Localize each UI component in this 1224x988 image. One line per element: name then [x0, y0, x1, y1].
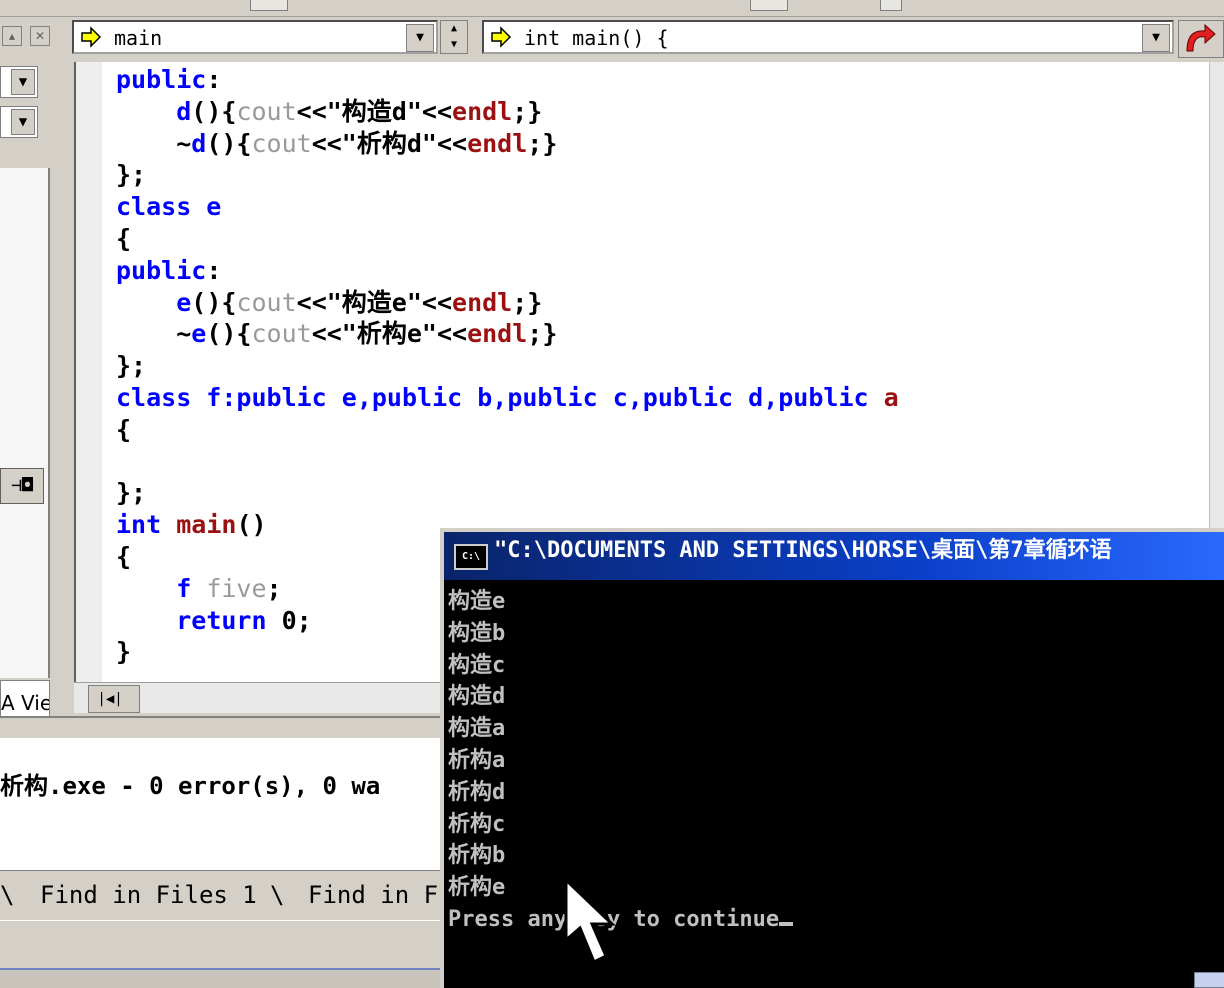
- editor-gutter: [76, 62, 102, 682]
- chevron-down-icon[interactable]: ▼: [406, 24, 434, 52]
- code-line[interactable]: public:: [116, 255, 899, 287]
- code-line[interactable]: class f:public e,public b,public c,publi…: [116, 382, 899, 414]
- workspace-tree[interactable]: [0, 168, 50, 678]
- console-window[interactable]: C:\ "C:\DOCUMENTS AND SETTINGS\HORSE\桌面\…: [440, 528, 1224, 988]
- tab-separator: \: [0, 881, 15, 909]
- spin-button[interactable]: ▲ ▼: [440, 20, 468, 54]
- code-line[interactable]: {: [116, 223, 899, 255]
- console-line: 构造d: [448, 684, 506, 710]
- mouse-cursor-icon: [564, 878, 616, 965]
- console-title: "C:\DOCUMENTS AND SETTINGS\HORSE\桌面\第7章循…: [494, 538, 1112, 563]
- top-toolbar-strip: [0, 0, 1224, 17]
- wizard-bar: main ▼ ▲ ▼ int main() { ▼: [70, 18, 1224, 60]
- scroll-left-button[interactable]: |◀|: [88, 685, 140, 713]
- function-combo[interactable]: int main() { ▼: [482, 20, 1174, 54]
- toolbar-control[interactable]: [750, 0, 788, 11]
- curved-arrow-icon: [1186, 23, 1216, 52]
- code-line[interactable]: };: [116, 350, 899, 382]
- console-line: 构造a: [448, 716, 506, 742]
- chevron-down-icon[interactable]: ▼: [11, 109, 35, 135]
- console-line: 析构a: [448, 747, 506, 773]
- tab-find-in-files-2[interactable]: Find in F: [308, 881, 438, 909]
- console-line: 构造e: [448, 589, 506, 614]
- workspace-panel: ▴ ✕ ▼ ▼ ⊣◘ A Vie: [0, 18, 55, 726]
- code-line[interactable]: e(){cout<<"构造e"<<endl;}: [116, 287, 899, 319]
- toolbar-control[interactable]: [880, 0, 902, 11]
- panel-dock-icon[interactable]: ▴: [2, 26, 22, 46]
- panel-close-icon[interactable]: ✕: [30, 26, 50, 46]
- tab-find-in-files-1[interactable]: Find in Files 1: [40, 881, 257, 909]
- member-combo-value: main: [114, 26, 163, 50]
- code-line[interactable]: };: [116, 159, 899, 191]
- go-to-definition-button[interactable]: [1178, 20, 1224, 58]
- console-line: 析构b: [448, 843, 506, 869]
- workspace-dropdown[interactable]: ▼: [0, 66, 38, 98]
- chevron-down-icon[interactable]: ▼: [1142, 24, 1170, 52]
- console-line: 析构c: [448, 811, 506, 837]
- member-combo[interactable]: main ▼: [72, 20, 438, 54]
- workspace-dropdown[interactable]: ▼: [0, 106, 38, 138]
- pin-icon[interactable]: ⊣◘: [0, 468, 44, 504]
- output-tabs: \ Find in Files 1 \ Find in F: [0, 870, 450, 921]
- tab-separator: \: [270, 881, 285, 909]
- chevron-down-icon[interactable]: ▼: [11, 69, 35, 95]
- code-line[interactable]: [116, 446, 899, 478]
- code-line[interactable]: class e: [116, 191, 899, 223]
- output-pane[interactable]: 析构.exe - 0 error(s), 0 wa: [0, 738, 450, 870]
- code-line[interactable]: d(){cout<<"构造d"<<endl;}: [116, 96, 899, 128]
- code-line[interactable]: };: [116, 477, 899, 509]
- code-line[interactable]: {: [116, 414, 899, 446]
- console-icon: C:\: [454, 544, 488, 570]
- text-cursor-icon: [779, 921, 794, 926]
- arrow-right-icon: [81, 26, 102, 48]
- code-line[interactable]: ~e(){cout<<"析构e"<<endl;}: [116, 318, 899, 350]
- arrow-right-icon: [491, 26, 512, 48]
- console-line: 析构d: [448, 779, 506, 805]
- function-combo-value: int main() {: [524, 26, 669, 50]
- console-title-bar[interactable]: C:\ "C:\DOCUMENTS AND SETTINGS\HORSE\桌面\…: [444, 532, 1224, 580]
- code-line[interactable]: public:: [116, 64, 899, 96]
- console-line: 构造b: [448, 620, 506, 646]
- console-line: 构造c: [448, 652, 506, 678]
- code-line[interactable]: ~d(){cout<<"析构d"<<endl;}: [116, 128, 899, 160]
- toolbar-control[interactable]: [250, 0, 288, 11]
- status-area: [0, 920, 450, 971]
- build-result-line: 析构.exe - 0 error(s), 0 wa: [0, 772, 381, 800]
